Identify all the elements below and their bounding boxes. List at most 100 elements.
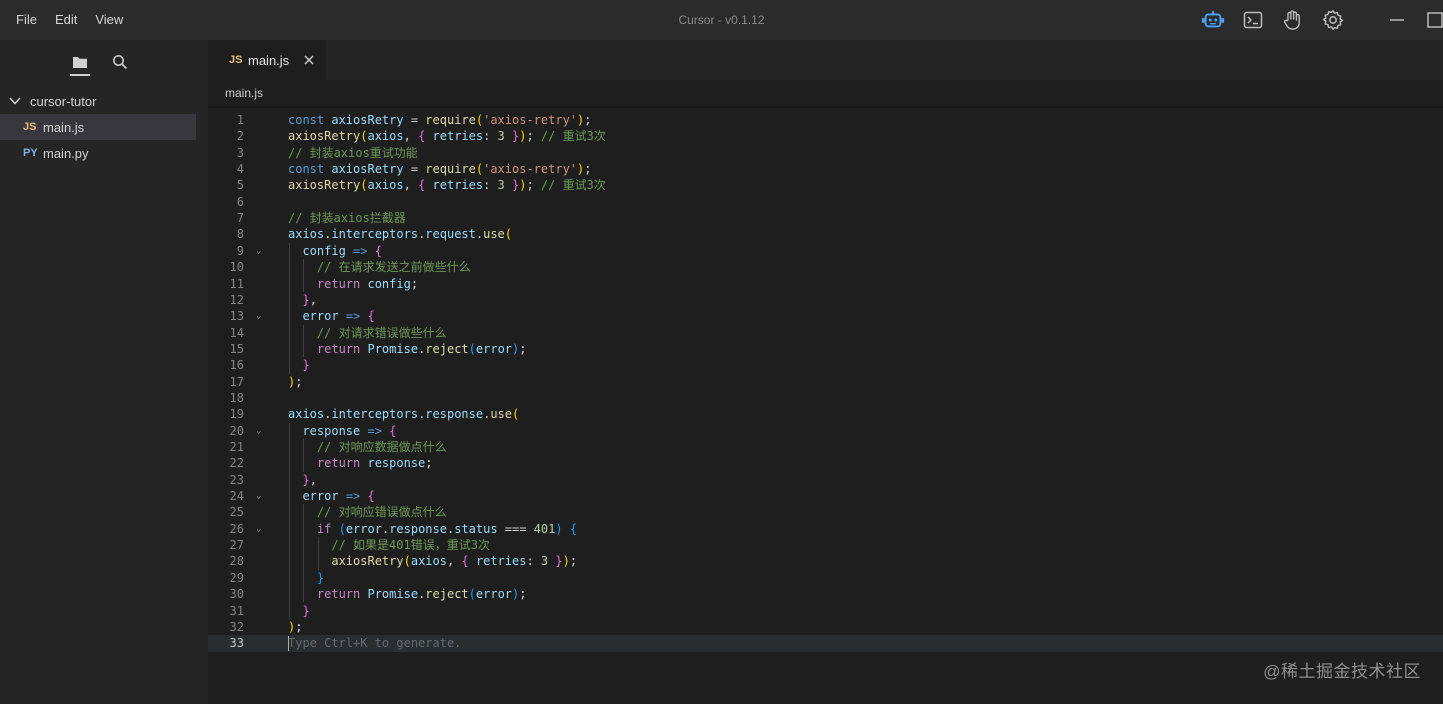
line-number: 20 [229, 423, 244, 438]
line-number: 24 [229, 489, 244, 504]
minimize-button[interactable] [1385, 8, 1409, 32]
code-line[interactable]: 5 axiosRetry(axios, { retries: 3 }); // 重… [208, 177, 1443, 193]
line-number: 12 [229, 292, 244, 307]
folder-cursor-tutor[interactable]: cursor-tutor [0, 90, 208, 112]
indent-guide [317, 537, 319, 570]
indent-guide [303, 324, 305, 358]
line-number: 21 [229, 440, 244, 454]
line-number: 19 [229, 407, 244, 422]
code-text: return Promise.reject(error); [316, 587, 527, 602]
watermark: @稀土掘金技术社区 [1263, 662, 1421, 681]
fold-chevron-icon[interactable]: ⌄ [256, 423, 261, 439]
code-line[interactable]: 9 ⌄ config => { [208, 243, 1443, 259]
code-text: return Promise.reject(error); [316, 341, 527, 356]
code-line[interactable]: 10 // 在请求发送之前做些什么 [208, 259, 1443, 275]
code-text: // 对响应数据做点什么 [316, 440, 447, 454]
file-name: main.py [43, 145, 89, 161]
code-line[interactable]: 12 }, [208, 292, 1443, 308]
generate-hint: Type Ctrl+K to generate. [288, 636, 462, 651]
code-line[interactable]: 33 Type Ctrl+K to generate. [208, 635, 1443, 652]
code-line[interactable]: 29 } [208, 570, 1443, 586]
code-line[interactable]: 1 const axiosRetry = require('axios-retry… [208, 112, 1443, 128]
line-number: 31 [229, 603, 244, 618]
file-main-py[interactable]: PY main.py [0, 140, 196, 166]
code-line[interactable]: 11 return config; [208, 276, 1443, 292]
sidebar-tabs [0, 40, 208, 82]
line-number: 18 [229, 390, 244, 405]
code-text: return config; [316, 276, 419, 291]
title-actions [1185, 0, 1443, 40]
menu-view[interactable]: View [86, 0, 132, 40]
fold-chevron-icon[interactable]: ⌄ [256, 308, 261, 324]
line-number: 6 [236, 194, 244, 209]
code-text: const axiosRetry = require('axios-retry'… [288, 113, 592, 127]
indent-guide [289, 242, 290, 374]
code-text: // 对请求错误做些什么 [316, 325, 447, 340]
line-number: 30 [229, 587, 244, 602]
file-main-js[interactable]: JS main.js [0, 114, 196, 140]
code-text: axiosRetry(axios, { retries: 3 }); // 重试… [288, 129, 606, 144]
folder-icon[interactable] [68, 50, 92, 74]
code-line[interactable]: 3 // 封装axios重试功能 [208, 145, 1443, 161]
line-number: 11 [229, 276, 244, 291]
code-line[interactable]: 17); [208, 374, 1443, 390]
maximize-button[interactable] [1425, 8, 1443, 32]
menu-edit[interactable]: Edit [46, 0, 86, 40]
code-line[interactable]: 19 axios.interceptors.response.use( [208, 406, 1443, 422]
code-text: }, [302, 472, 317, 487]
fold-chevron-icon[interactable]: ⌄ [256, 488, 261, 504]
robot-icon[interactable] [1201, 8, 1225, 32]
code-line[interactable]: 18 [208, 390, 1443, 406]
code-line[interactable]: 7 // 封装axios拦截器 [208, 210, 1443, 226]
line-number: 27 [229, 538, 244, 553]
code-line[interactable]: 8 axios.interceptors.request.use( [208, 226, 1443, 242]
indent-guide [303, 259, 305, 292]
code-text: } [302, 603, 310, 618]
code-line[interactable]: 20 ⌄ response => { [208, 423, 1443, 439]
code-line[interactable]: 22 return response; [208, 455, 1443, 471]
line-number: 7 [236, 211, 244, 226]
code-line[interactable]: 32); [208, 619, 1443, 635]
line-number: 29 [229, 570, 244, 585]
code-editor[interactable]: 1 const axiosRetry = require('axios-retry… [208, 112, 1443, 672]
tab-main-js[interactable]: JS main.js [208, 40, 326, 80]
code-line[interactable]: 23 }, [208, 472, 1443, 488]
editor: JS main.js main.js 1 const axiosRetry = r… [208, 40, 1443, 704]
gear-icon[interactable] [1321, 8, 1345, 32]
code-line[interactable]: 16 } [208, 357, 1443, 373]
code-line[interactable]: 6 [208, 194, 1443, 210]
code-line[interactable]: 27 // 如果是401错误，重试3次 [208, 537, 1443, 553]
code-text: // 封装axios拦截器 [288, 211, 406, 226]
code-line[interactable]: 28 axiosRetry(axios, { retries: 3 }); [208, 553, 1443, 569]
search-icon[interactable] [108, 50, 132, 74]
line-number: 2 [236, 129, 244, 144]
terminal-icon[interactable] [1241, 8, 1265, 32]
line-number: 33 [229, 636, 244, 651]
code-text: // 封装axios重试功能 [288, 145, 418, 160]
fold-chevron-icon[interactable]: ⌄ [256, 521, 261, 537]
code-line[interactable]: 25 // 对响应错误做点什么 [208, 504, 1443, 520]
breadcrumb[interactable]: main.js [225, 86, 263, 100]
close-icon[interactable] [302, 53, 316, 67]
code-line[interactable]: 30 return Promise.reject(error); [208, 586, 1443, 602]
line-number: 15 [229, 341, 244, 356]
code-text: } [316, 570, 325, 585]
hand-icon[interactable] [1281, 8, 1305, 32]
code-line[interactable]: 13 ⌄ error => { [208, 308, 1443, 324]
code-line[interactable]: 4 const axiosRetry = require('axios-retry… [208, 161, 1443, 177]
active-tab-indicator [70, 74, 90, 76]
line-number: 32 [229, 619, 244, 634]
code-line[interactable]: 31 } [208, 603, 1443, 619]
code-line[interactable]: 21 // 对响应数据做点什么 [208, 439, 1443, 455]
code-line[interactable]: 24 ⌄ error => { [208, 488, 1443, 504]
code-line[interactable]: 2 axiosRetry(axios, { retries: 3 }); // 重… [208, 128, 1443, 144]
fold-chevron-icon[interactable]: ⌄ [256, 243, 261, 259]
title-bar: File Edit View Cursor - v0.1.12 [0, 0, 1443, 40]
code-line[interactable]: 26 ⌄ if (error.response.status === 401) { [208, 521, 1443, 537]
code-text: if (error.response.status === 401) { [316, 521, 578, 536]
code-line[interactable]: 15 return Promise.reject(error); [208, 341, 1443, 357]
code-line[interactable]: 14 // 对请求错误做些什么 [208, 325, 1443, 341]
indent-guide [303, 504, 305, 603]
file-name: main.js [43, 119, 85, 135]
menu-file[interactable]: File [0, 0, 46, 40]
